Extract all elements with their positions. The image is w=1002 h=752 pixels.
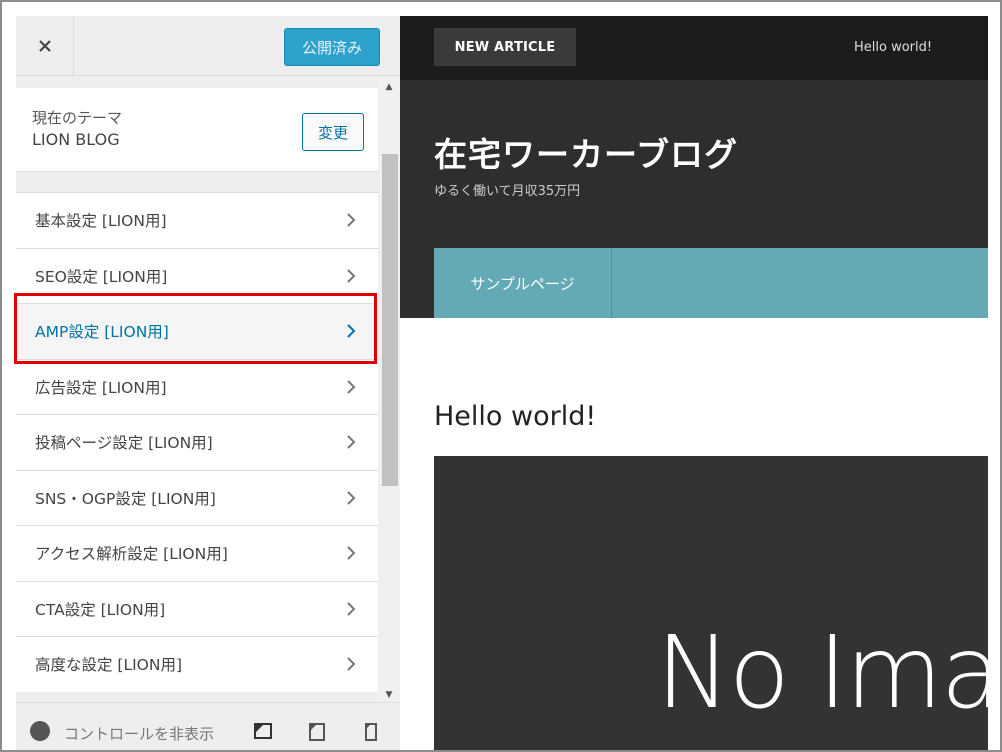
menu-item-amp[interactable]: AMP設定 [LION用] <box>16 303 378 359</box>
site-header: 在宅ワーカーブログ ゆるく働いて月収35万円 サンプルページ <box>400 80 988 318</box>
theme-caption: 現在のテーマ <box>32 109 123 127</box>
tablet-icon[interactable] <box>306 721 328 745</box>
menu-item-ads[interactable]: 広告設定 [LION用] <box>16 358 378 414</box>
collapse-arrow-icon[interactable] <box>30 721 50 741</box>
menu-item-analytics[interactable]: アクセス解析設定 [LION用] <box>16 525 378 581</box>
post-title[interactable]: Hello world! <box>434 401 596 432</box>
collapse-sidebar-label[interactable]: コントロールを非表示 <box>64 723 232 744</box>
chevron-right-icon <box>347 546 356 560</box>
new-article-ticker-link[interactable]: Hello world! <box>854 40 932 55</box>
site-preview: NEW ARTICLE Hello world! 在宅ワーカーブログ ゆるく働い… <box>400 16 988 750</box>
new-article-badge: NEW ARTICLE <box>434 28 576 66</box>
menu-item-label: CTA設定 [LION用] <box>35 600 166 619</box>
theme-name: LION BLOG <box>32 130 120 149</box>
scrollbar-thumb[interactable] <box>382 154 398 486</box>
sidebar-scroll-area: 現在のテーマ LION BLOG 変更 基本設定 [LION用] SEO設定 [… <box>16 88 378 704</box>
sidebar-scrollbar[interactable]: ▲ ▼ <box>378 76 400 706</box>
mobile-icon[interactable] <box>360 721 382 745</box>
sidebar-footer: コントロールを非表示 <box>16 702 400 750</box>
menu-item-label: 基本設定 [LION用] <box>35 212 167 231</box>
chevron-right-icon <box>347 213 356 227</box>
close-icon <box>38 39 51 52</box>
menu-item-label: 高度な設定 [LION用] <box>35 656 183 675</box>
menu-item-seo[interactable]: SEO設定 [LION用] <box>16 247 378 303</box>
menu-item-label: 広告設定 [LION用] <box>35 378 167 397</box>
menu-item-sns-ogp[interactable]: SNS・OGP設定 [LION用] <box>16 469 378 525</box>
menu-item-label: SEO設定 [LION用] <box>35 267 168 286</box>
menu-item-label: 投稿ページ設定 [LION用] <box>35 434 213 453</box>
change-theme-button[interactable]: 変更 <box>302 113 364 151</box>
no-image-placeholder-text: No Imag <box>656 614 988 731</box>
post-thumbnail[interactable]: No Imag <box>434 456 988 750</box>
menu-item-cta[interactable]: CTA設定 [LION用] <box>16 580 378 636</box>
desktop-icon[interactable] <box>252 721 274 745</box>
publish-button[interactable]: 公開済み <box>284 28 380 66</box>
menu-item-label: アクセス解析設定 [LION用] <box>35 545 228 564</box>
menu-item-advanced[interactable]: 高度な設定 [LION用] <box>16 636 378 692</box>
chevron-right-icon <box>347 269 356 283</box>
chevron-right-icon <box>347 602 356 616</box>
chevron-right-icon <box>347 657 356 671</box>
preview-topbar: NEW ARTICLE Hello world! <box>400 16 988 80</box>
chevron-right-icon <box>347 380 356 394</box>
screenshot-frame: 公開済み 現在のテーマ LION BLOG 変更 基本設定 [LION用] SE… <box>0 0 1002 752</box>
settings-menu: 基本設定 [LION用] SEO設定 [LION用] AMP設定 [LION用]… <box>16 192 378 692</box>
chevron-right-icon <box>347 491 356 505</box>
nav-item-sample-page[interactable]: サンプルページ <box>434 248 612 318</box>
current-theme-panel: 現在のテーマ LION BLOG 変更 <box>16 88 378 172</box>
menu-item-post-page[interactable]: 投稿ページ設定 [LION用] <box>16 414 378 470</box>
menu-item-label: AMP設定 [LION用] <box>35 323 169 342</box>
site-description: ゆるく働いて月収35万円 <box>434 184 581 199</box>
menu-item-label: SNS・OGP設定 [LION用] <box>35 489 216 508</box>
chevron-right-icon <box>347 435 356 449</box>
global-nav: サンプルページ <box>434 248 988 318</box>
customizer-sidebar: 公開済み 現在のテーマ LION BLOG 変更 基本設定 [LION用] SE… <box>16 16 400 750</box>
sidebar-header: 公開済み <box>16 16 400 76</box>
scroll-up-arrow-icon[interactable]: ▲ <box>378 78 400 96</box>
site-title[interactable]: 在宅ワーカーブログ <box>434 128 738 176</box>
menu-item-basic[interactable]: 基本設定 [LION用] <box>16 192 378 248</box>
chevron-right-icon <box>347 324 356 338</box>
close-button[interactable] <box>16 16 74 75</box>
